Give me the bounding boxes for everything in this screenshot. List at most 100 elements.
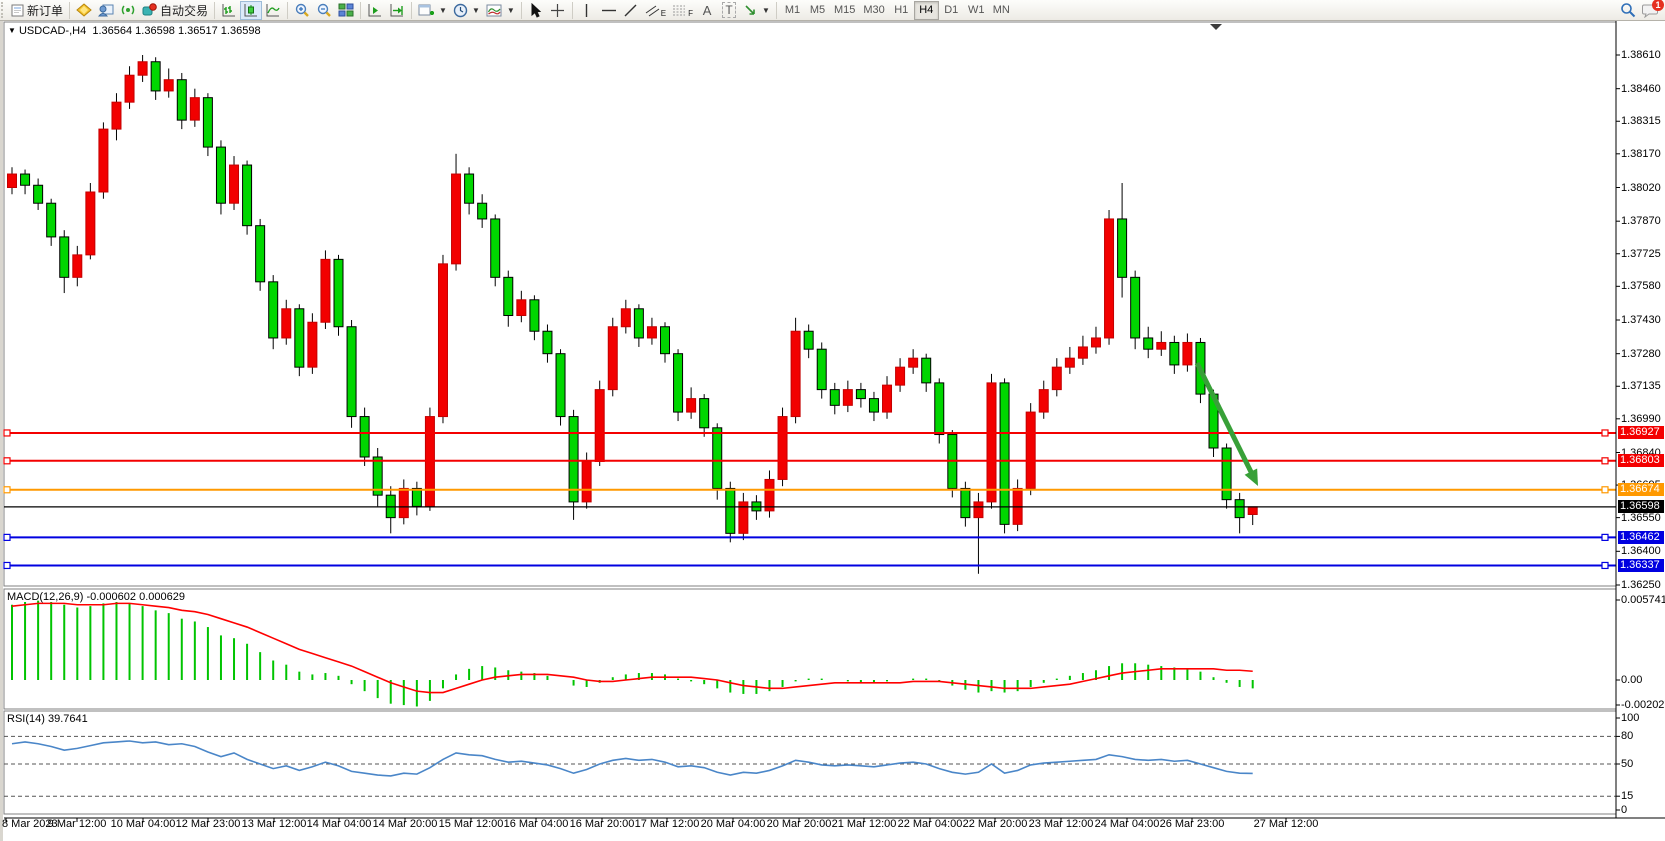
tile-windows-button[interactable] — [335, 1, 357, 20]
timeframe-m5-button[interactable]: M5 — [805, 1, 830, 20]
hline-handle[interactable] — [1602, 458, 1608, 464]
fibonacci-tool-button[interactable]: F — [669, 1, 696, 20]
toolbar-separator — [69, 2, 70, 19]
current-price-badge: 1.36598 — [1618, 500, 1664, 513]
bar-chart-button[interactable] — [218, 1, 240, 20]
timeframe-h1-button[interactable]: H1 — [889, 1, 914, 20]
candle-body — [1131, 277, 1140, 338]
period-button[interactable]: ▼ — [450, 1, 483, 20]
text-label-tool-button[interactable]: T — [718, 1, 740, 20]
horizontal-line-tool-button[interactable] — [598, 1, 620, 20]
candle-body — [713, 428, 722, 489]
price-tick-label: 1.38610 — [1621, 49, 1665, 62]
candle-body — [647, 327, 656, 338]
signals-button[interactable] — [117, 1, 139, 20]
candle-body — [621, 309, 630, 327]
new-chart-button[interactable]: ▼ — [415, 1, 450, 20]
hline-handle[interactable] — [1602, 487, 1608, 493]
search-icon[interactable] — [1620, 2, 1636, 18]
candle-body — [869, 399, 878, 412]
chart-title[interactable]: ▼ USDCAD-,H4 1.36564 1.36598 1.36517 1.3… — [8, 25, 261, 37]
channel-icon — [645, 3, 661, 18]
hline-handle[interactable] — [4, 487, 10, 493]
autotrading-button[interactable]: 自动交易 — [139, 1, 211, 20]
timeframe-h4-button[interactable]: H4 — [914, 1, 939, 20]
hline-handle[interactable] — [1602, 562, 1608, 568]
candle-body — [125, 75, 134, 102]
metaeditor-icon — [76, 3, 92, 17]
macd-indicator-label: MACD(12,26,9) -0.000602 0.000629 — [7, 591, 185, 603]
candle-body — [687, 399, 696, 412]
candle-body — [347, 327, 356, 417]
candle-body — [399, 488, 408, 517]
hline-price-badge: 1.36337 — [1618, 559, 1664, 572]
zoom-in-button[interactable] — [291, 1, 313, 20]
toolbar-separator — [287, 2, 288, 19]
notifications-button[interactable]: 1 — [1642, 3, 1659, 18]
candle-body — [517, 300, 526, 316]
candle-body — [883, 385, 892, 412]
zoom-out-button[interactable] — [313, 1, 335, 20]
hline-price-badge: 1.36803 — [1618, 454, 1664, 467]
template-icon — [486, 3, 503, 18]
vertical-line-tool-button[interactable] — [576, 1, 598, 20]
crosshair-tool-button[interactable] — [547, 1, 569, 20]
metaeditor-button[interactable] — [73, 1, 95, 20]
timeframe-m30-button[interactable]: M30 — [859, 1, 888, 20]
rsi-tick-label: 50 — [1621, 758, 1665, 771]
candle-body — [1183, 342, 1192, 364]
hline-handle[interactable] — [1602, 534, 1608, 540]
toolbar-grip[interactable] — [1, 2, 7, 18]
rsi-indicator-label: RSI(14) 39.7641 — [7, 713, 88, 725]
market-watch-icon — [98, 3, 114, 17]
hline-handle[interactable] — [4, 430, 10, 436]
hline-handle[interactable] — [4, 534, 10, 540]
candle-body — [73, 255, 82, 277]
timeframe-d1-button[interactable]: D1 — [939, 1, 964, 20]
candle-body — [86, 192, 95, 255]
candle-body — [987, 383, 996, 502]
channel-letter: E — [661, 9, 666, 18]
trendline-tool-button[interactable] — [620, 1, 642, 20]
equidistant-channel-tool-button[interactable]: E — [642, 1, 669, 20]
candle-body — [1078, 347, 1087, 358]
candle-body — [47, 203, 56, 237]
timeframe-m15-button[interactable]: M15 — [830, 1, 859, 20]
candlestick-chart-button[interactable] — [240, 1, 262, 20]
chart-canvas[interactable] — [0, 21, 1665, 841]
timeframe-m1-button[interactable]: M1 — [780, 1, 805, 20]
text-tool-button[interactable]: A — [696, 1, 718, 20]
timeframe-w1-button[interactable]: W1 — [964, 1, 989, 20]
window-left-edge — [0, 21, 3, 841]
fibonacci-icon — [672, 3, 688, 18]
candle-body — [856, 390, 865, 399]
chart-shift-icon — [389, 3, 405, 18]
candle-body — [34, 185, 43, 203]
toolbar-separator — [214, 2, 215, 19]
candle-body — [308, 322, 317, 367]
chart-shift-button[interactable] — [386, 1, 408, 20]
symbol-dropdown-icon[interactable]: ▼ — [8, 26, 16, 35]
timeframe-mn-button[interactable]: MN — [989, 1, 1014, 20]
template-button[interactable]: ▼ — [483, 1, 518, 20]
zoom-in-icon — [294, 3, 310, 18]
new-order-button[interactable]: 新订单 — [8, 1, 66, 20]
arrows-tool-button[interactable]: ▼ — [740, 1, 773, 20]
candle-body — [1065, 358, 1074, 367]
candle-body — [791, 331, 800, 416]
text-tool-letter: A — [703, 3, 712, 18]
hline-handle[interactable] — [4, 562, 10, 568]
candle-body — [321, 259, 330, 322]
line-chart-button[interactable] — [262, 1, 284, 20]
market-watch-button[interactable] — [95, 1, 117, 20]
auto-scroll-button[interactable] — [364, 1, 386, 20]
cursor-tool-button[interactable] — [525, 1, 547, 20]
hline-handle[interactable] — [1602, 430, 1608, 436]
zoom-out-icon — [316, 3, 332, 18]
candle-body — [60, 237, 69, 277]
time-axis-label: 27 Mar 12:00 — [1241, 818, 1331, 830]
candle-body — [412, 488, 421, 506]
candle-body — [661, 327, 670, 354]
candle-body — [1000, 383, 1009, 524]
hline-handle[interactable] — [4, 458, 10, 464]
